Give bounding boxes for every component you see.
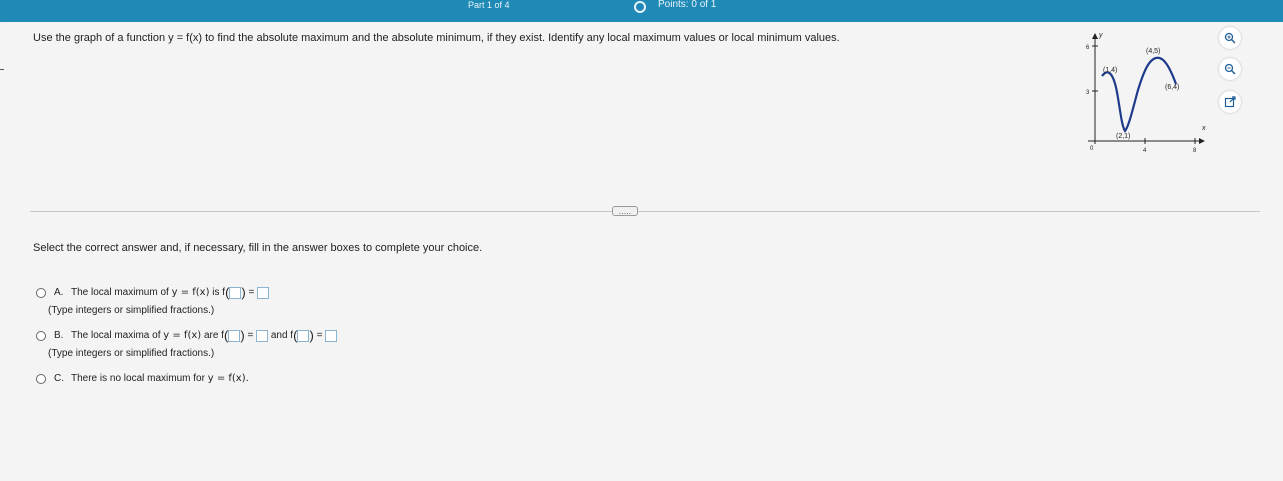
x-axis-label: x: [1201, 125, 1206, 132]
instruction-text: Select the correct answer and, if necess…: [33, 242, 483, 254]
x-tick-8: 8: [1193, 148, 1197, 154]
choice-a-letter: A.: [54, 287, 64, 298]
choice-b-letter: B.: [54, 330, 64, 341]
choice-b-x2-input[interactable]: [297, 329, 310, 342]
zoom-in-icon: [1224, 32, 1236, 44]
expand-ellipsis-button[interactable]: .....: [612, 206, 638, 216]
choice-b-equals-1: =: [247, 330, 254, 341]
choice-a-text2: is f: [212, 287, 226, 298]
choice-a[interactable]: A. The local maximum of y = f(x) is f ()…: [36, 285, 270, 300]
point-label-4-5: (4,5): [1146, 48, 1160, 55]
choice-a-hint: (Type integers or simplified fractions.): [48, 305, 215, 316]
question-text: Use the graph of a function y = f(x) to …: [33, 32, 840, 44]
choice-c[interactable]: C. There is no local maximum for y = f(x…: [36, 373, 249, 384]
y-axis-label: y: [1098, 32, 1103, 39]
choice-c-letter: C.: [54, 373, 64, 384]
origin-label: 0: [1090, 146, 1094, 152]
y-tick-6: 6: [1086, 45, 1090, 51]
choice-b-equals-2: =: [316, 330, 323, 341]
zoom-out-button[interactable]: [1219, 58, 1241, 80]
choice-b-value2-input[interactable]: [325, 329, 338, 342]
popout-button[interactable]: [1219, 91, 1241, 113]
choice-a-value-input[interactable]: [257, 286, 270, 299]
choice-a-function: y = f(x): [171, 287, 210, 298]
choice-c-function: y = f(x).: [207, 373, 249, 384]
part-indicator: Part 1 of 4: [468, 0, 510, 10]
point-label-6-4: (6,4): [1165, 84, 1179, 91]
y-tick-3: 3: [1086, 90, 1090, 96]
choice-c-text: There is no local maximum for: [71, 373, 205, 384]
external-link-icon: [1224, 96, 1236, 108]
section-divider: [30, 211, 1260, 212]
zoom-in-button[interactable]: [1219, 27, 1241, 49]
choice-b-text2: are f: [203, 330, 224, 341]
choice-b-x1-input[interactable]: [228, 329, 241, 342]
choice-b[interactable]: B. The local maxima of y = f(x) are f ()…: [36, 328, 338, 343]
choice-c-radio[interactable]: [36, 373, 46, 384]
function-graph: y x 6 3 0 4 8 (1,4) (4,5) (6,4) (2,1): [1086, 32, 1206, 154]
choice-b-text: The local maxima of: [71, 330, 161, 341]
top-bar: Part 1 of 4 Points: 0 of 1: [0, 0, 1283, 22]
zoom-out-icon: [1224, 63, 1236, 75]
choice-b-value1-input[interactable]: [256, 329, 269, 342]
choice-a-equals: =: [248, 287, 255, 298]
choice-a-x-input[interactable]: [229, 286, 242, 299]
left-edge-mark: [0, 69, 4, 70]
choice-a-radio[interactable]: [36, 287, 46, 298]
point-label-1-4: (1,4): [1103, 67, 1117, 74]
points-label: Points: 0 of 1: [658, 0, 717, 10]
choice-b-radio[interactable]: [36, 330, 46, 341]
choice-b-function: y = f(x): [163, 330, 202, 341]
choice-b-and: and f: [270, 330, 294, 341]
x-tick-4: 4: [1143, 148, 1147, 154]
points-circle-icon: [634, 1, 646, 13]
choice-a-text: The local maximum of: [71, 287, 169, 298]
point-label-2-1: (2,1): [1116, 133, 1130, 140]
choice-b-hint: (Type integers or simplified fractions.): [48, 348, 215, 359]
